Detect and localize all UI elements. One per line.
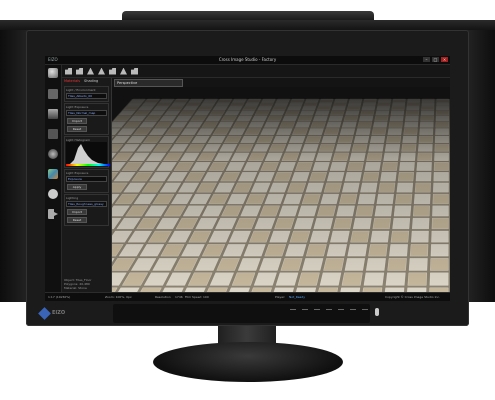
panel-section: Light Exposure Tiles_Normal_map Import Re… [64,103,109,135]
print-icon[interactable] [109,67,116,75]
settings-icon[interactable] [48,189,58,199]
photo-icon[interactable] [48,169,58,179]
panel-section: Light Exposure Exposure Apply [64,169,109,193]
toolbar [62,65,450,78]
maximize-button[interactable]: □ [432,57,439,62]
chart-icon[interactable] [87,67,94,75]
monitor-button-input[interactable] [290,309,296,316]
panel-section: Light / Environment Tiles_Albedo_00 [64,86,109,102]
status-ready-value[interactable]: Not_Ready [289,295,305,299]
status-ready-label: Player: [275,295,286,299]
object-info: Object: Tiles_Floor Polygons: 20,480 Mat… [64,278,92,290]
status-zoom: Zoom: 100%, 0px [105,295,132,299]
lens-icon[interactable] [48,149,58,159]
histogram [66,142,110,166]
monitor-button-enter[interactable] [350,309,356,316]
exit-icon[interactable] [131,67,138,75]
monitor-hood-left [0,30,28,302]
normal-map-field[interactable]: Tiles_Normal_map [66,110,107,116]
monitor-button-menu[interactable] [362,309,368,316]
panel-tabs: Materials Shading [62,78,111,85]
status-film-value: 100 [203,295,209,299]
3d-viewport[interactable] [112,87,450,292]
left-tool-rail [45,65,62,301]
info-line: Material: Stone [64,286,87,290]
section-label: Light Exposure [66,105,89,109]
tile-floor-render [112,87,450,292]
tab-shading[interactable]: Shading [82,78,100,85]
monitor-button-mode[interactable] [302,309,308,316]
apply-button[interactable]: Apply [67,184,87,190]
import-button[interactable]: Import [67,209,87,215]
window-controls: – □ × [423,57,448,62]
status-copyright: Copyright © Cross Image Studio Inc. [385,295,440,299]
status-left: 1:17 (10x50%) [48,295,71,299]
section-label: Lighting [66,196,79,200]
properties-panel: Materials Shading Light / Environment Ti… [62,78,112,292]
stand-base [153,342,343,382]
tool-icon[interactable] [48,89,58,99]
monitor-hood-right [467,30,495,302]
monitor-screen: EIZO Cross Image Studio - Factory – □ × … [45,56,450,301]
depth-fade [112,87,450,292]
export-icon[interactable] [98,67,105,75]
section-label: Light Exposure [66,171,89,175]
monitor-button-brightness[interactable] [326,309,332,316]
monitor-button-color[interactable] [314,309,320,316]
section-label: Light / Environment [66,88,96,92]
panel-section: Lighting Tiles_Roughness_glossy Import Re… [64,194,109,226]
reset-button[interactable]: Reset [67,217,87,223]
palette-icon[interactable] [48,129,58,139]
power-button[interactable] [375,308,379,316]
brand-label: EIZO [52,310,66,316]
import-button[interactable]: Import [67,118,87,124]
window-title: Cross Image Studio - Factory [218,57,277,62]
sphere-icon[interactable] [48,68,58,78]
tab-materials[interactable]: Materials [62,78,82,85]
exit-icon[interactable] [48,209,58,219]
reset-button[interactable]: Reset [67,126,87,132]
settings-icon[interactable] [120,67,127,75]
save-icon[interactable] [76,67,83,75]
status-film-label: Film Speed [185,295,202,299]
status-bar: 1:17 (10x50%) Zoom: 100%, 0px Resolution… [45,292,450,301]
view-dropdown[interactable]: Perspective [114,79,183,87]
monitor-button-auto[interactable] [338,309,344,316]
open-icon[interactable] [65,67,72,75]
layers-icon[interactable] [48,109,58,119]
title-bar: EIZO Cross Image Studio - Factory – □ × [45,56,450,65]
minimize-button[interactable]: – [423,57,430,62]
exposure-field[interactable]: Exposure [66,176,107,182]
roughness-field[interactable]: Tiles_Roughness_glossy [66,201,107,207]
texture-field[interactable]: Tiles_Albedo_00 [66,93,107,99]
histogram-section: Light Histogram [64,136,110,168]
status-resolution-label: Resolution [155,295,171,299]
close-button[interactable]: × [441,57,448,62]
histogram-graph [66,144,110,166]
status-resolution-value: 1746 [175,295,183,299]
